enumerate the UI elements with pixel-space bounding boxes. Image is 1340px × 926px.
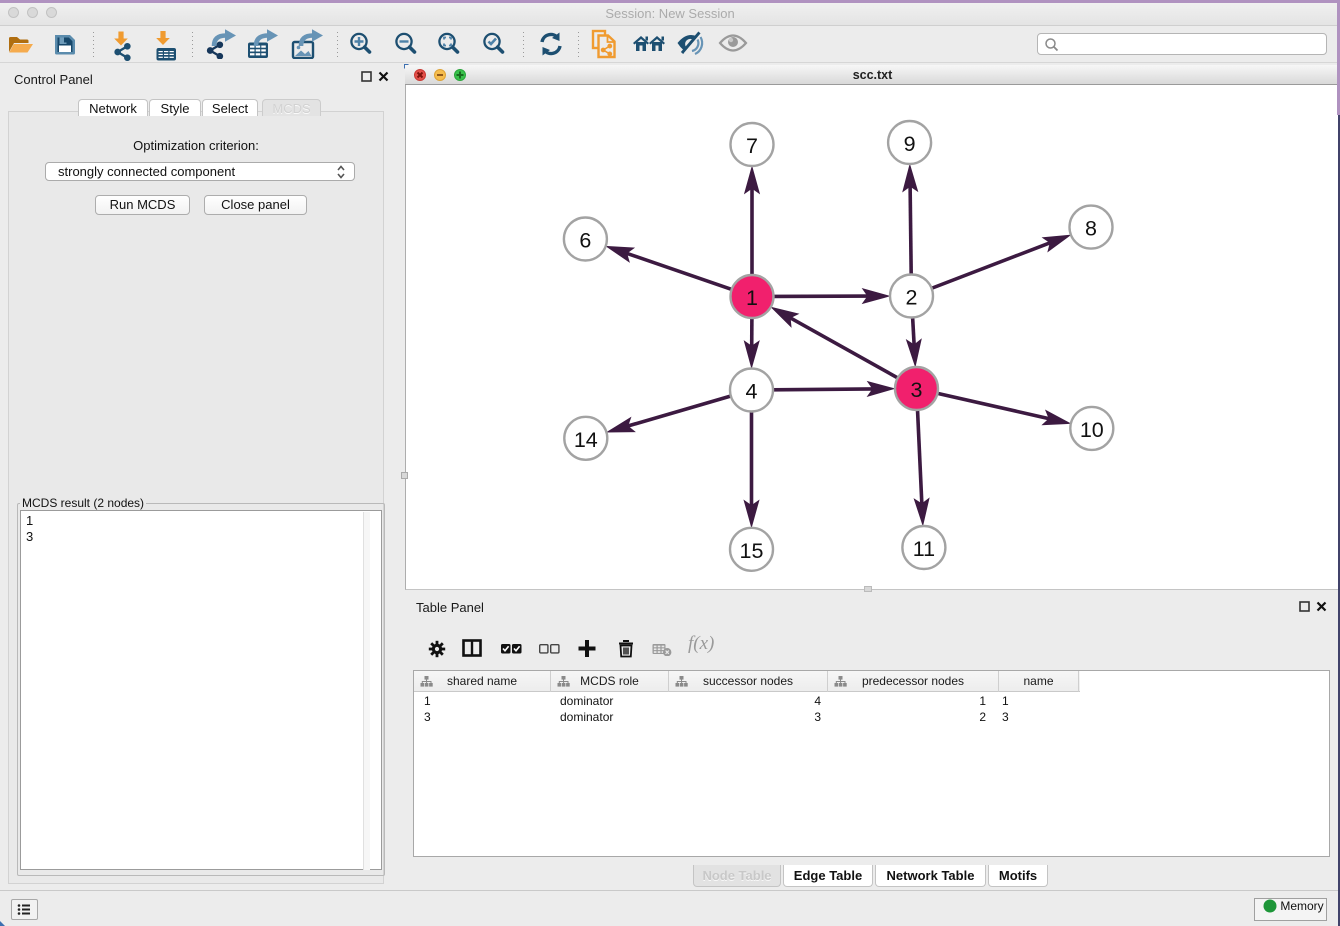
svg-text:4: 4: [746, 380, 758, 404]
svg-text:9: 9: [904, 132, 916, 156]
svg-text:8: 8: [1085, 217, 1097, 241]
svg-text:14: 14: [574, 428, 598, 452]
svg-text:3: 3: [911, 378, 923, 402]
svg-text:2: 2: [906, 286, 918, 310]
svg-text:10: 10: [1080, 418, 1104, 442]
svg-text:15: 15: [740, 539, 764, 563]
svg-text:11: 11: [913, 537, 935, 561]
svg-text:1: 1: [746, 286, 758, 310]
svg-text:f(x): f(x): [688, 634, 714, 654]
svg-text:7: 7: [746, 134, 758, 158]
svg-text:6: 6: [579, 229, 591, 253]
